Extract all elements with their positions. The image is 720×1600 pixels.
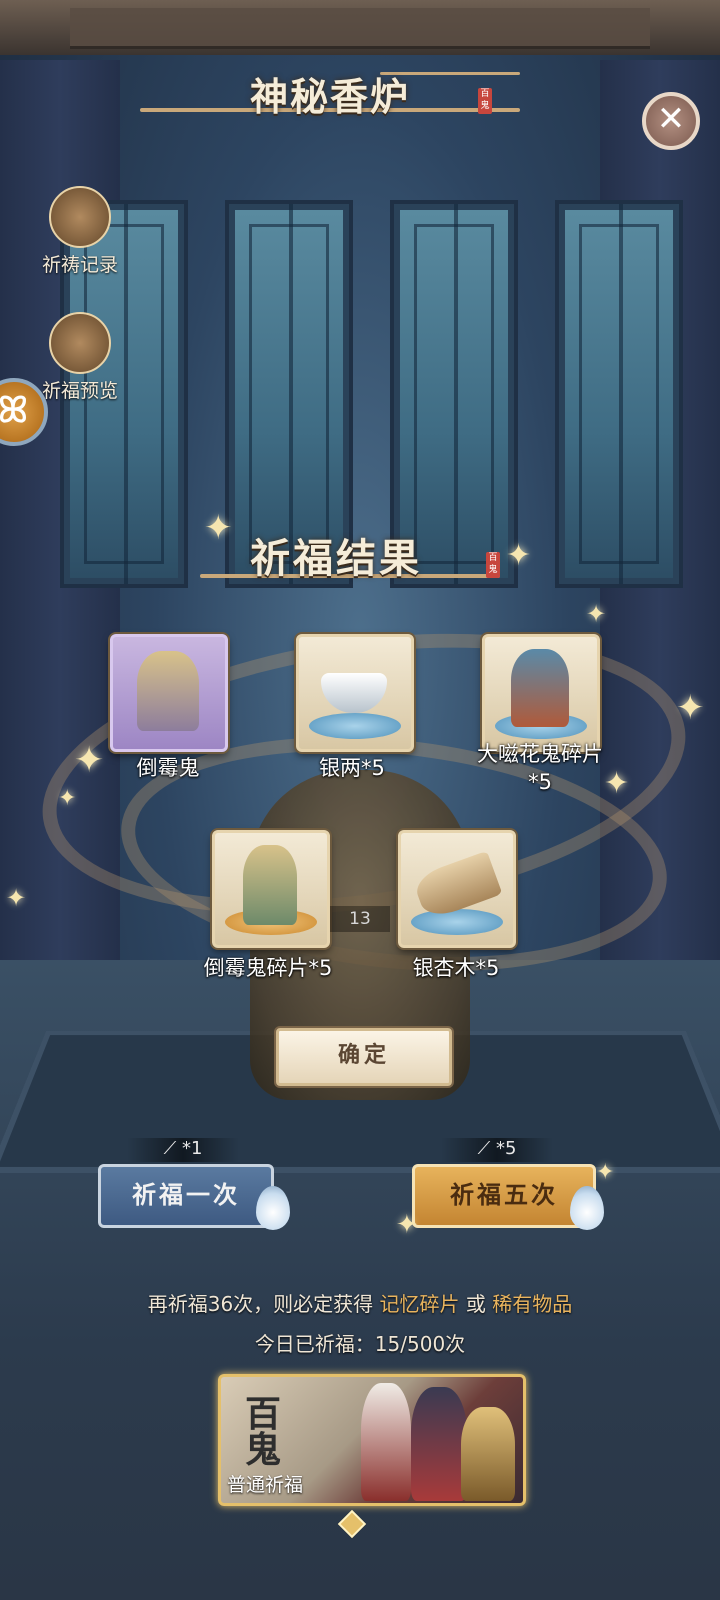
result-item-card[interactable] [398, 830, 516, 948]
sparkle-icon: ✦ [58, 786, 77, 811]
sparkle-icon: ✦ [6, 884, 27, 912]
flame-icon [570, 1186, 604, 1230]
silver-ingot-icon [321, 673, 387, 713]
close-button[interactable]: ✕ [642, 92, 700, 150]
incense-icon [49, 312, 111, 374]
result-title: 祈福结果 百鬼 [200, 522, 540, 582]
sparkle-icon: ✦ [506, 538, 532, 573]
pray-once-button[interactable]: 祈福一次 [98, 1164, 274, 1228]
page-title: 神秘香炉 百鬼 [140, 62, 520, 122]
pool-banner[interactable]: 百鬼 普通祈福 [218, 1374, 526, 1506]
scroll-icon [49, 186, 111, 248]
five-cost-value: *5 [495, 1138, 517, 1159]
close-icon: ✕ [656, 99, 686, 139]
once-cost: ⟋ *1 [128, 1138, 238, 1162]
result-item-label: 银杏木*5 [412, 956, 500, 980]
flame-icon [256, 1186, 290, 1230]
daily-count-info: 今日已祈福：15/500次 [254, 1332, 466, 1356]
result-item-card[interactable] [482, 634, 600, 752]
banner-logo-text: 百鬼 [245, 1394, 282, 1471]
info-or: 或 [465, 1292, 486, 1316]
seal-stamp: 百鬼 [486, 552, 500, 578]
prayer-record-button[interactable]: 祈祷记录 [30, 186, 130, 277]
result-item-card[interactable] [296, 634, 414, 752]
result-item-card[interactable] [110, 634, 228, 752]
prayer-record-label: 祈祷记录 [41, 254, 118, 276]
seal-stamp: 百鬼 [478, 88, 492, 114]
result-item-label: 倒霉鬼 [136, 756, 200, 780]
pray-five-button[interactable]: 祈福五次 [412, 1164, 596, 1228]
info-prefix: 再祈福36次，则必定获得 [147, 1292, 374, 1316]
result-title-text: 祈福结果 [250, 536, 422, 582]
counter-text: 13 [330, 906, 390, 932]
incense-stick-icon: ⟋ [477, 1138, 496, 1159]
window [555, 200, 683, 588]
result-item-card[interactable] [212, 830, 330, 948]
top-bar [0, 0, 720, 55]
banner-label: 普通祈福 [227, 1474, 304, 1496]
sparkle-icon: ✦ [676, 688, 705, 728]
sparkle-icon: ✦ [586, 600, 607, 628]
swirl-icon: ꕤ [0, 390, 28, 431]
info-item-memory: 记忆碎片 [379, 1292, 460, 1316]
result-item-label: 倒霉鬼碎片*5 [203, 956, 333, 980]
guarantee-info: 再祈福36次，则必定获得 记忆碎片 或 稀有物品 [0, 1288, 720, 1317]
sparkle-icon: ✦ [596, 1160, 615, 1185]
sparkle-icon: ✦ [396, 1210, 418, 1240]
once-cost-value: *1 [181, 1138, 203, 1159]
incense-stick-icon: ⟋ [163, 1138, 182, 1159]
confirm-button[interactable]: 确定 [276, 1028, 452, 1086]
page-title-text: 神秘香炉 [250, 75, 411, 119]
prayer-preview-button[interactable]: 祈福预览 [30, 312, 130, 403]
result-item-label: 大嗞花鬼碎片 *5 [477, 742, 603, 794]
result-item-label: 银两*5 [319, 756, 385, 780]
five-cost: ⟋ *5 [442, 1138, 552, 1162]
info-item-rare: 稀有物品 [492, 1292, 573, 1316]
sparkle-icon: ✦ [204, 508, 233, 548]
